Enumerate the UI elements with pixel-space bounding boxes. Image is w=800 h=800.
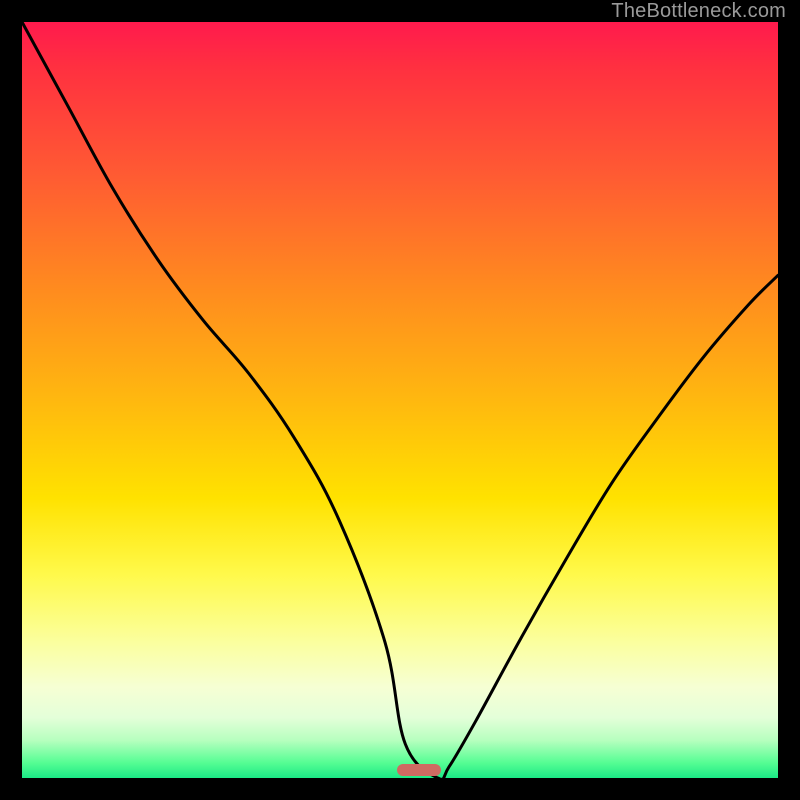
plot-area (22, 22, 778, 778)
trough-marker (397, 764, 441, 776)
bottleneck-curve (22, 22, 778, 778)
curve-path (22, 22, 778, 778)
watermark-text: TheBottleneck.com (611, 0, 786, 23)
